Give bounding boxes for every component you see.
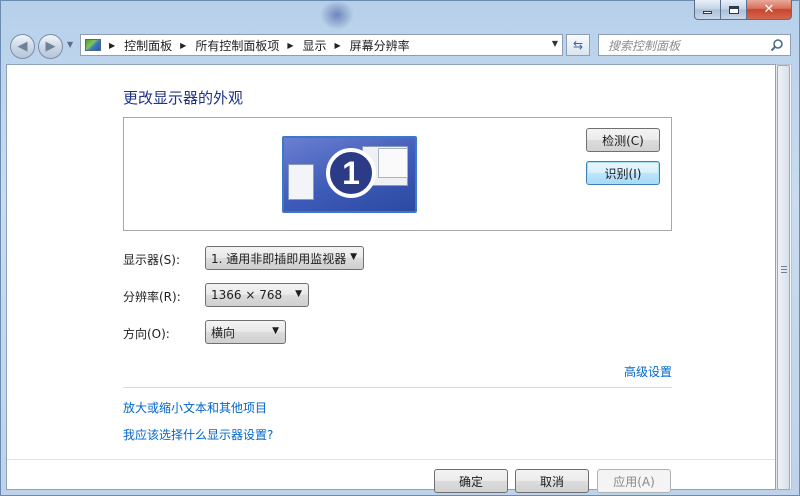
forward-arrow-icon: ▶ bbox=[45, 39, 56, 54]
preview-window bbox=[378, 148, 408, 178]
vertical-scrollbar[interactable] bbox=[776, 64, 792, 490]
text-size-link[interactable]: 放大或缩小文本和其他项目 bbox=[123, 399, 267, 416]
address-dropdown-icon[interactable]: ▼ bbox=[552, 39, 558, 48]
monitor-number-badge: 1 bbox=[326, 148, 376, 198]
orientation-select[interactable]: 横向 ▼ bbox=[205, 320, 286, 344]
chevron-down-icon: ▼ bbox=[295, 289, 302, 299]
display-select-value: 1. 通用非即插即用监视器 bbox=[211, 251, 347, 266]
breadcrumb-display[interactable]: 显示 bbox=[303, 37, 327, 54]
orientation-label: 方向(O): bbox=[123, 327, 170, 341]
address-bar[interactable]: ▶ 控制面板 ▶ 所有控制面板项 ▶ 显示 ▶ 屏幕分辨率 ▼ bbox=[80, 34, 563, 56]
breadcrumb-separator-icon[interactable]: ▶ bbox=[287, 41, 293, 50]
monitor-preview-area: 1 检测(C) 识别(I) bbox=[123, 117, 672, 231]
back-button[interactable]: ◀ bbox=[10, 34, 35, 59]
caption-buttons: ✕ bbox=[694, 0, 792, 20]
close-button[interactable]: ✕ bbox=[747, 0, 792, 20]
scrollbar-thumb[interactable] bbox=[777, 65, 790, 490]
control-panel-icon bbox=[85, 39, 101, 51]
resolution-label: 分辨率(R): bbox=[123, 290, 181, 304]
search-placeholder: 搜索控制面板 bbox=[608, 38, 681, 53]
recent-pages-dropdown-icon[interactable]: ▼ bbox=[67, 40, 73, 49]
resolution-select[interactable]: 1366 × 768 ▼ bbox=[205, 283, 309, 307]
background-decoration bbox=[320, 0, 354, 30]
minimize-icon bbox=[703, 11, 712, 14]
breadcrumb-separator-icon[interactable]: ▶ bbox=[180, 41, 186, 50]
resolution-select-value: 1366 × 768 bbox=[211, 288, 283, 302]
search-icon[interactable] bbox=[770, 38, 784, 52]
breadcrumb-control-panel[interactable]: 控制面板 bbox=[124, 37, 172, 54]
apply-button[interactable]: 应用(A) bbox=[597, 469, 671, 493]
monitor-1-thumbnail[interactable]: 1 bbox=[282, 136, 417, 213]
back-arrow-icon: ◀ bbox=[17, 39, 28, 54]
forward-button[interactable]: ▶ bbox=[38, 34, 63, 59]
breadcrumb-separator-icon[interactable]: ▶ bbox=[109, 41, 115, 50]
refresh-button[interactable]: ⇆ bbox=[566, 34, 590, 56]
maximize-button[interactable] bbox=[721, 0, 747, 20]
preview-window bbox=[288, 164, 314, 200]
page-title: 更改显示器的外观 bbox=[123, 89, 244, 107]
breadcrumb-screen-resolution[interactable]: 屏幕分辨率 bbox=[350, 37, 410, 54]
maximize-icon bbox=[728, 5, 739, 14]
content-pane: 更改显示器的外观 1 检测(C) 识别(I) 显示器(S): 1. 通用非即插即… bbox=[6, 64, 776, 493]
chevron-down-icon: ▼ bbox=[350, 252, 357, 262]
display-label: 显示器(S): bbox=[123, 253, 181, 267]
cancel-button[interactable]: 取消 bbox=[515, 469, 589, 493]
divider bbox=[123, 387, 672, 388]
refresh-icon: ⇆ bbox=[572, 38, 584, 52]
detect-button[interactable]: 检测(C) bbox=[586, 128, 660, 152]
scrollbar-grip-icon bbox=[781, 266, 787, 275]
display-help-link[interactable]: 我应该选择什么显示器设置? bbox=[123, 426, 273, 443]
advanced-settings-link[interactable]: 高级设置 bbox=[624, 363, 672, 380]
minimize-button[interactable] bbox=[694, 0, 721, 20]
breadcrumb-separator-icon[interactable]: ▶ bbox=[335, 41, 341, 50]
orientation-select-value: 横向 bbox=[211, 325, 236, 340]
chevron-down-icon: ▼ bbox=[272, 326, 279, 336]
ok-button[interactable]: 确定 bbox=[434, 469, 508, 493]
display-select[interactable]: 1. 通用非即插即用监视器 ▼ bbox=[205, 246, 364, 270]
search-input[interactable]: 搜索控制面板 bbox=[598, 34, 791, 56]
breadcrumb-all-items[interactable]: 所有控制面板项 bbox=[195, 37, 279, 54]
identify-button[interactable]: 识别(I) bbox=[586, 161, 660, 185]
close-icon: ✕ bbox=[763, 2, 775, 17]
footer-divider bbox=[7, 459, 775, 460]
